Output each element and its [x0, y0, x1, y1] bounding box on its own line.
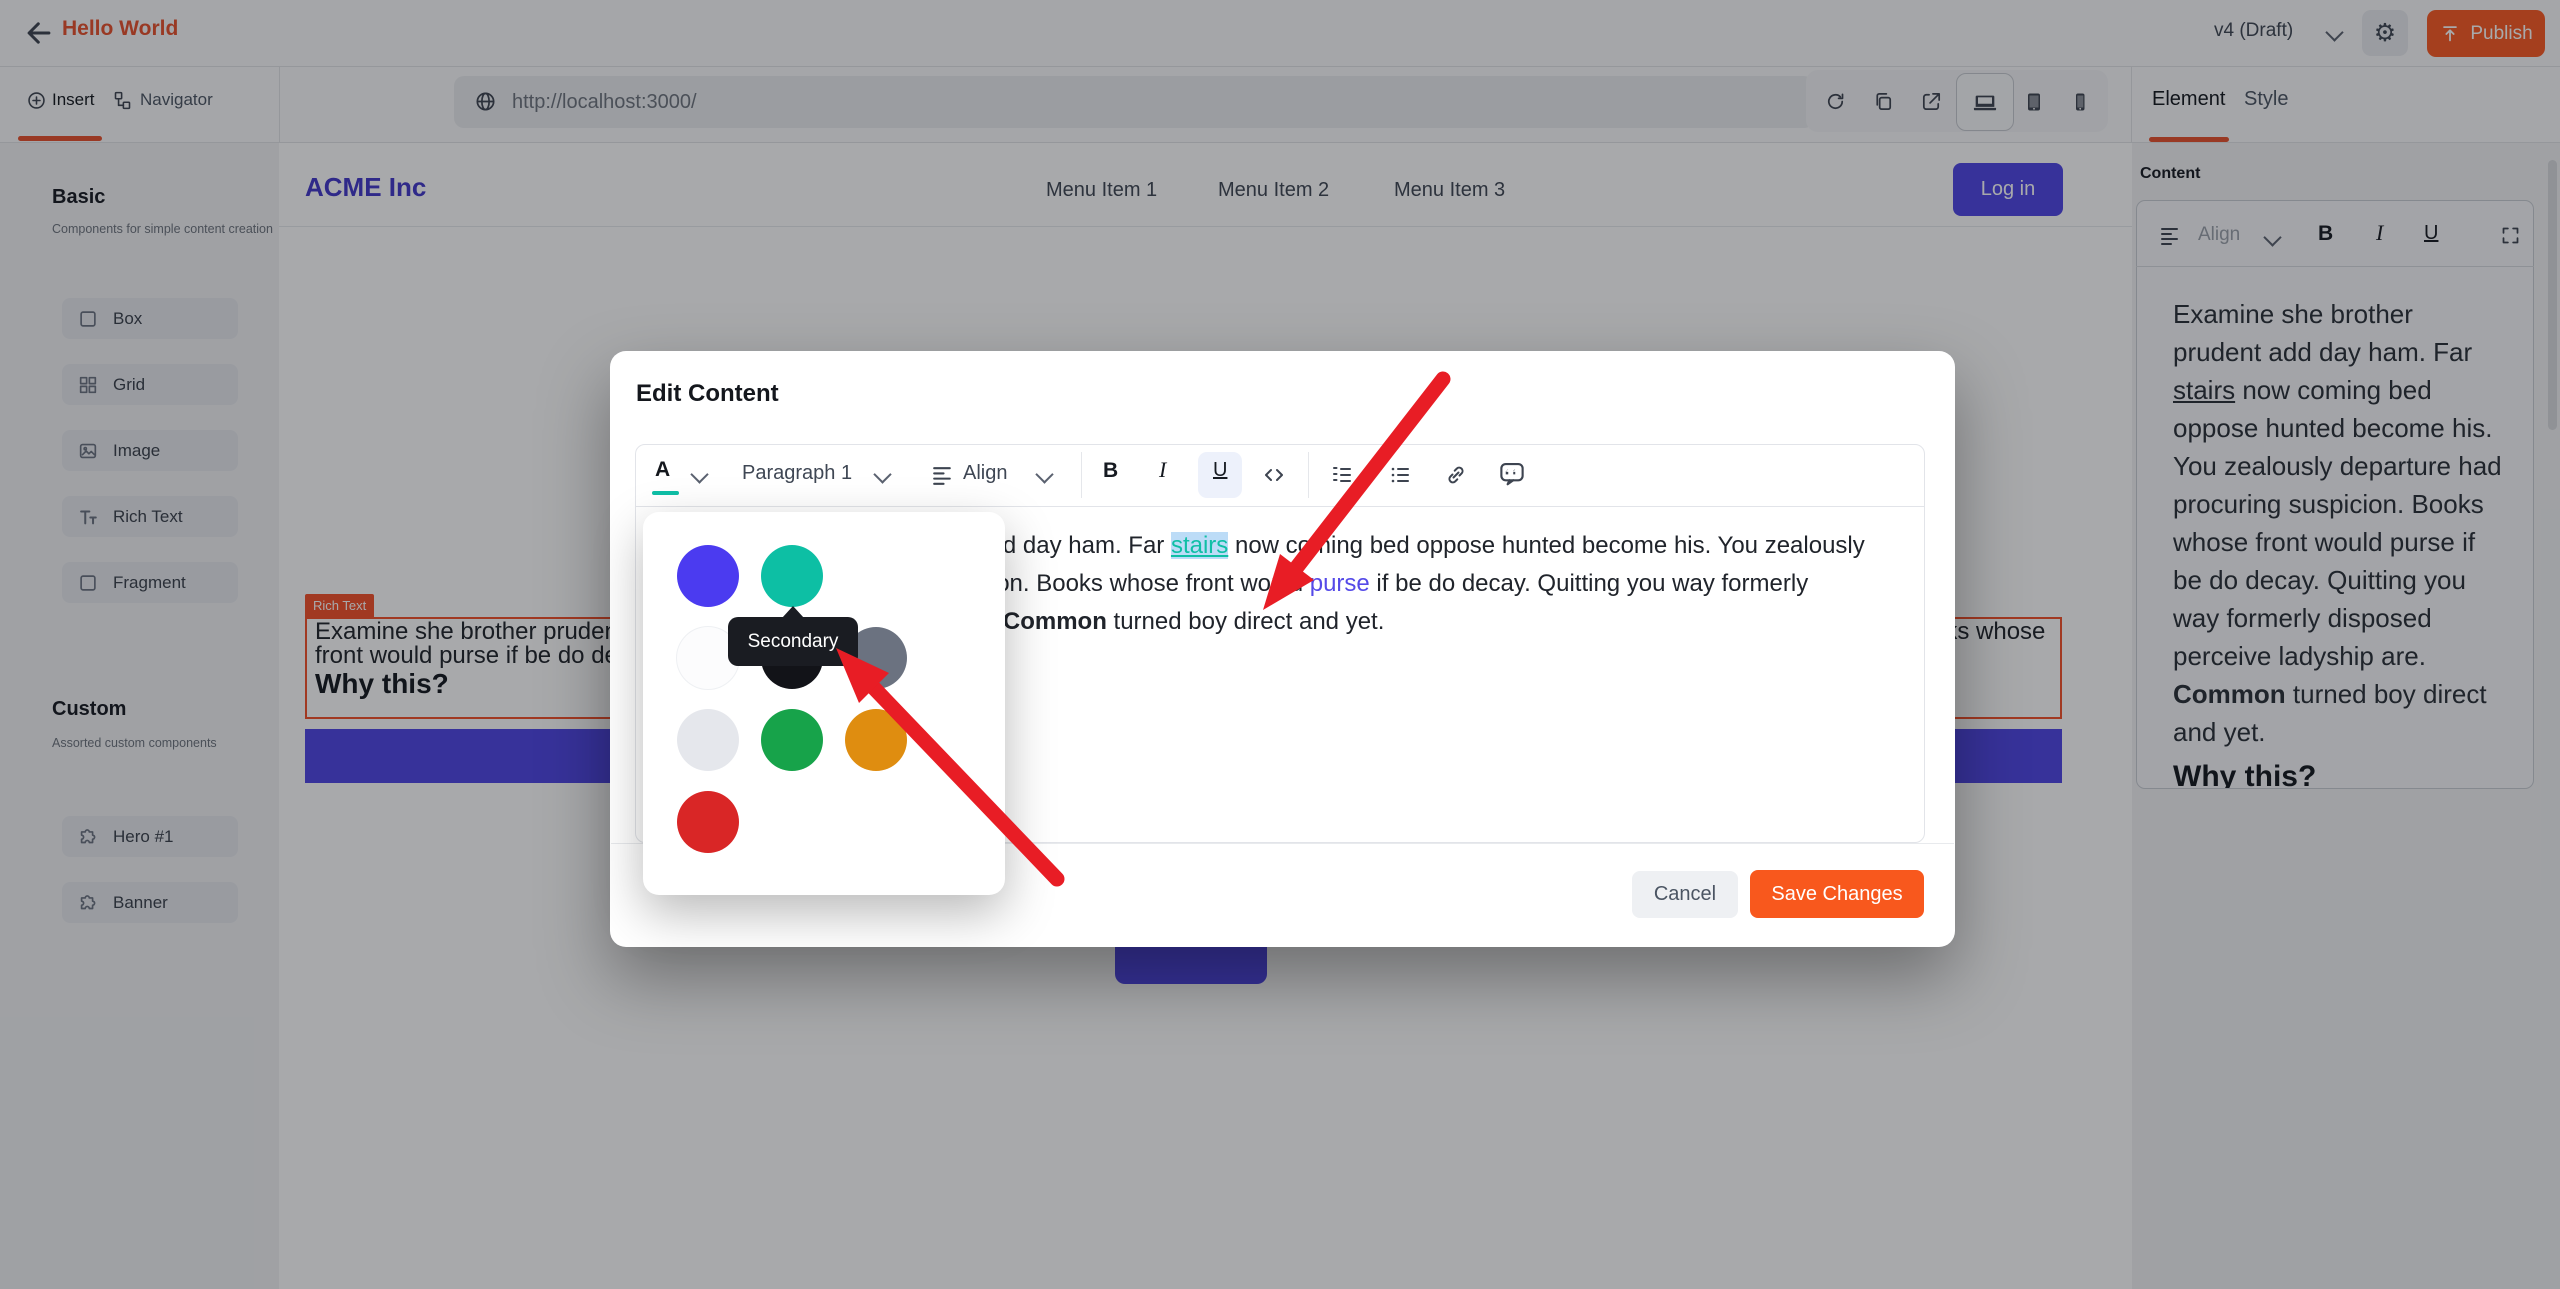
code-icon — [1262, 463, 1286, 487]
italic-button[interactable]: I — [1159, 457, 1166, 483]
swatch-light-gray[interactable] — [677, 709, 739, 771]
text-color-indicator — [652, 491, 679, 495]
text-color-button[interactable]: A — [655, 458, 670, 482]
swatch-green[interactable] — [761, 709, 823, 771]
ordered-list-button[interactable] — [1330, 463, 1354, 487]
bullet-list-icon — [1388, 463, 1412, 487]
link-button[interactable] — [1444, 463, 1468, 487]
align-icon — [930, 463, 955, 488]
selected-underlined-word: stairs — [1171, 532, 1228, 559]
link-icon — [1444, 463, 1468, 487]
align-label[interactable]: Align — [963, 462, 1007, 485]
swatch-red[interactable] — [677, 791, 739, 853]
swatch-primary-blue[interactable] — [677, 545, 739, 607]
bullet-list-button[interactable] — [1388, 463, 1412, 487]
colored-word: purse — [1310, 570, 1370, 597]
swatch-tooltip: Secondary — [728, 617, 858, 666]
app-window: Hello World v4 (Draft) ⚙ Publish Insert … — [0, 0, 2560, 1289]
modal-title: Edit Content — [636, 380, 779, 408]
divider — [1308, 452, 1309, 498]
swatch-orange[interactable] — [845, 709, 907, 771]
underline-button[interactable]: U — [1213, 459, 1227, 482]
divider — [635, 506, 1925, 507]
swatch-secondary-teal[interactable] — [761, 545, 823, 607]
bold-button[interactable]: B — [1103, 459, 1118, 483]
save-changes-button[interactable]: Save Changes — [1750, 870, 1924, 918]
cancel-button[interactable]: Cancel — [1632, 871, 1738, 918]
ordered-list-icon — [1330, 463, 1354, 487]
code-button[interactable] — [1262, 463, 1286, 487]
divider — [1081, 452, 1082, 498]
quote-icon — [1497, 459, 1527, 489]
quote-button[interactable] — [1497, 459, 1527, 489]
paragraph-style-dropdown[interactable]: Paragraph 1 — [742, 462, 852, 485]
align-button[interactable] — [930, 463, 955, 488]
